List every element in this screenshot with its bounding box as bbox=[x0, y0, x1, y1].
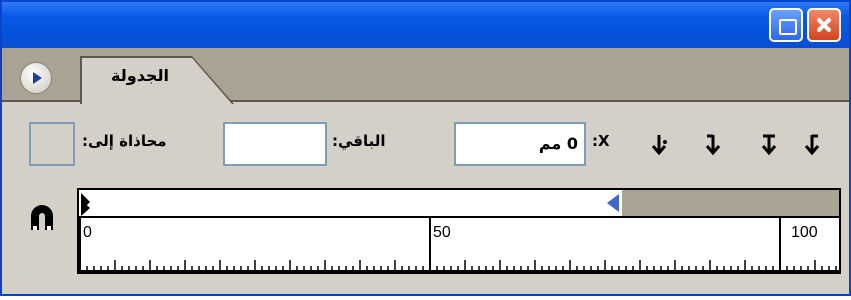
ruler-ticks bbox=[79, 218, 839, 272]
x-label: X: bbox=[592, 132, 610, 150]
gap-input[interactable] bbox=[223, 122, 327, 166]
left-indent-marker[interactable] bbox=[81, 200, 90, 216]
right-indent-marker[interactable] bbox=[605, 192, 621, 214]
left-justified-tab-icon[interactable] bbox=[798, 128, 826, 162]
ruler-label-100: 100 bbox=[791, 224, 818, 241]
ruler-tab-track[interactable] bbox=[79, 190, 839, 218]
align-to-label: محاذاة إلى: bbox=[82, 132, 167, 150]
ruler-label-50: 50 bbox=[433, 224, 451, 241]
align-to-input[interactable] bbox=[29, 122, 75, 166]
right-justified-tab-icon[interactable] bbox=[699, 128, 727, 162]
restore-icon[interactable] bbox=[769, 8, 803, 42]
center-justified-tab-icon[interactable] bbox=[755, 128, 783, 162]
tab-ruler[interactable]: 0 50 100 bbox=[77, 188, 841, 274]
ruler-scale: 0 50 100 bbox=[79, 218, 839, 272]
title-bar[interactable] bbox=[2, 2, 849, 48]
tabs-panel-window: الجدولة X: 0 مم الباقي: محاذاة إلى: 0 50… bbox=[0, 0, 851, 296]
x-position-input[interactable]: 0 مم bbox=[454, 122, 586, 166]
play-arrow-icon[interactable] bbox=[20, 62, 52, 94]
tab-label: الجدولة bbox=[111, 66, 169, 85]
gap-label: الباقي: bbox=[332, 132, 386, 150]
close-icon[interactable] bbox=[807, 8, 841, 42]
align-to-decimal-tab-icon[interactable] bbox=[645, 128, 673, 162]
ruler-outside-area bbox=[622, 190, 839, 216]
ruler-label-0: 0 bbox=[83, 224, 92, 241]
magnet-icon[interactable] bbox=[26, 202, 58, 234]
